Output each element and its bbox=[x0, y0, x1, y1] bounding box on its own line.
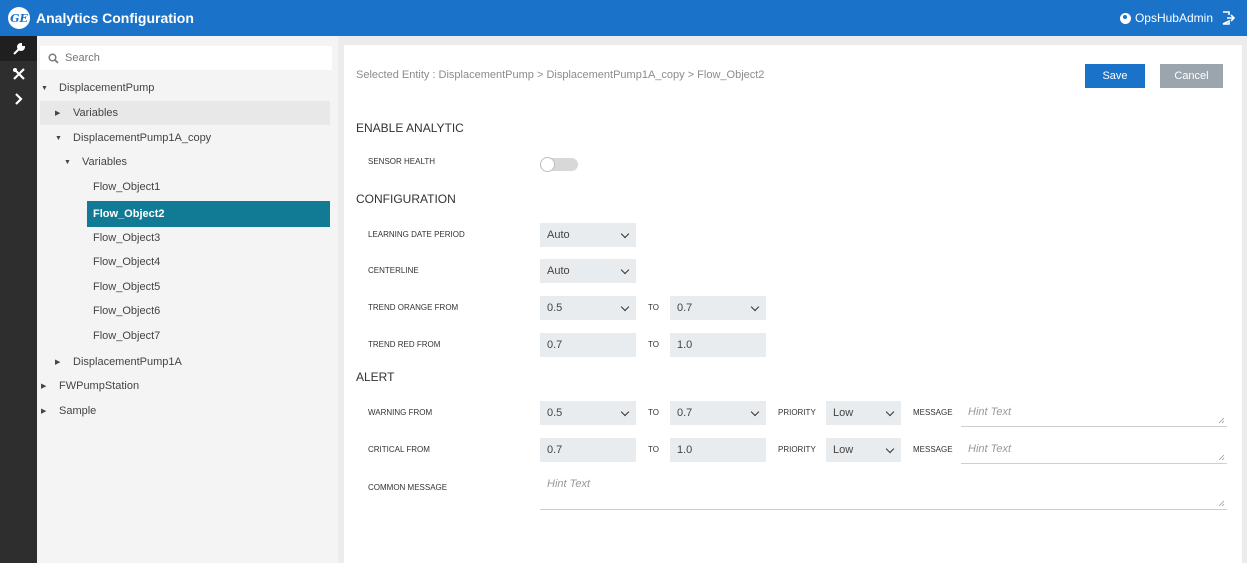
tree-item[interactable]: Flow_Object7 bbox=[40, 324, 330, 348]
tree-item[interactable]: ▼ DisplacementPump bbox=[41, 76, 334, 100]
tree-item[interactable]: ▶ FWPumpStation bbox=[41, 374, 334, 398]
chevron-down-icon bbox=[885, 407, 895, 417]
trend-orange-to-select[interactable]: 0.7 bbox=[670, 296, 766, 320]
tree-item[interactable]: ▶ Sample bbox=[41, 399, 334, 423]
chevron-down-icon bbox=[620, 302, 630, 312]
section-alert: ALERT bbox=[356, 370, 395, 384]
centerline-select[interactable]: Auto bbox=[540, 259, 636, 283]
warning-to-select[interactable]: 0.7 bbox=[670, 401, 766, 425]
search-input[interactable] bbox=[65, 52, 315, 64]
chevron-down-icon bbox=[620, 265, 630, 275]
caret-down-icon: ▼ bbox=[41, 84, 48, 92]
common-message-input[interactable]: Hint Text bbox=[540, 473, 1227, 510]
warning-priority-select[interactable]: Low bbox=[826, 401, 901, 425]
caret-right-icon: ▶ bbox=[41, 383, 47, 390]
section-enable-analytic: ENABLE ANALYTIC bbox=[356, 121, 464, 135]
chevron-down-icon bbox=[750, 407, 760, 417]
tree-item[interactable]: Flow_Object1 bbox=[40, 175, 330, 199]
sensor-health-label: SENSOR HEALTH bbox=[368, 157, 435, 166]
app-header: GE Analytics Configuration OpsHubAdmin bbox=[0, 0, 1247, 36]
breadcrumb: Selected Entity : DisplacementPump > Dis… bbox=[356, 69, 765, 81]
search-box bbox=[40, 46, 332, 70]
learning-date-select[interactable]: Auto bbox=[540, 223, 636, 247]
trend-red-from-input[interactable]: 0.7 bbox=[540, 333, 636, 357]
critical-to-input[interactable]: 1.0 bbox=[670, 438, 766, 462]
chevron-right-icon[interactable] bbox=[0, 86, 37, 111]
tree-item[interactable]: Flow_Object3 bbox=[40, 226, 330, 250]
entity-tree-panel: ▼ DisplacementPump ▶ Variables ▼ Displac… bbox=[37, 36, 338, 563]
chevron-down-icon bbox=[620, 229, 630, 239]
message-label: MESSAGE bbox=[913, 408, 953, 417]
config-panel: Selected Entity : DisplacementPump > Dis… bbox=[344, 45, 1242, 563]
warning-message-input[interactable]: Hint Text bbox=[961, 401, 1227, 427]
to-label: TO bbox=[648, 445, 659, 454]
message-label: MESSAGE bbox=[913, 445, 953, 454]
tree-item[interactable]: Flow_Object5 bbox=[40, 275, 330, 299]
toggle-knob bbox=[540, 157, 555, 172]
critical-priority-select[interactable]: Low bbox=[826, 438, 901, 462]
priority-label: PRIORITY bbox=[778, 445, 816, 454]
logout-icon[interactable] bbox=[1221, 11, 1235, 25]
tree-item[interactable]: ▼ Variables bbox=[40, 150, 330, 174]
chevron-down-icon bbox=[620, 407, 630, 417]
caret-right-icon: ▶ bbox=[55, 110, 61, 117]
sensor-health-toggle[interactable] bbox=[540, 157, 578, 172]
to-label: TO bbox=[648, 408, 659, 417]
user-name: OpsHubAdmin bbox=[1134, 11, 1213, 25]
user-icon bbox=[1119, 12, 1131, 24]
tree-item[interactable]: Flow_Object6 bbox=[40, 299, 330, 323]
left-rail bbox=[0, 36, 37, 563]
chevron-down-icon bbox=[885, 444, 895, 454]
user-menu[interactable]: OpsHubAdmin bbox=[1119, 0, 1213, 36]
caret-right-icon: ▶ bbox=[55, 359, 61, 366]
tree-item[interactable]: Flow_Object4 bbox=[40, 250, 330, 274]
critical-label: CRITICAL FROM bbox=[368, 445, 430, 454]
trend-red-label: TREND RED FROM bbox=[368, 340, 441, 349]
to-label: TO bbox=[648, 340, 659, 349]
resize-grip-icon[interactable] bbox=[1218, 454, 1225, 461]
cancel-button[interactable]: Cancel bbox=[1160, 64, 1223, 88]
chevron-down-icon bbox=[750, 302, 760, 312]
wrench-icon[interactable] bbox=[0, 36, 37, 61]
caret-right-icon: ▶ bbox=[41, 408, 47, 415]
trend-orange-from-select[interactable]: 0.5 bbox=[540, 296, 636, 320]
section-configuration: CONFIGURATION bbox=[356, 192, 456, 206]
common-message-label: COMMON MESSAGE bbox=[368, 483, 448, 492]
tree-item[interactable]: ▼ DisplacementPump1A_copy bbox=[40, 126, 330, 150]
tree-item[interactable]: ▶ DisplacementPump1A bbox=[40, 350, 330, 374]
resize-grip-icon[interactable] bbox=[1218, 417, 1225, 424]
trend-orange-label: TREND ORANGE FROM bbox=[368, 303, 459, 312]
learning-date-label: LEARNING DATE PERIOD bbox=[368, 230, 465, 239]
caret-down-icon: ▼ bbox=[64, 158, 71, 166]
trend-red-to-input[interactable]: 1.0 bbox=[670, 333, 766, 357]
warning-from-select[interactable]: 0.5 bbox=[540, 401, 636, 425]
tools-icon[interactable] bbox=[0, 61, 37, 86]
tree-item-selected[interactable]: Flow_Object2 bbox=[87, 201, 330, 227]
priority-label: PRIORITY bbox=[778, 408, 816, 417]
search-icon bbox=[48, 53, 59, 64]
resize-grip-icon[interactable] bbox=[1218, 500, 1225, 507]
app-title: Analytics Configuration bbox=[36, 10, 194, 26]
tree-item[interactable]: ▶ Variables bbox=[40, 101, 330, 125]
save-button[interactable]: Save bbox=[1085, 64, 1145, 88]
caret-down-icon: ▼ bbox=[55, 134, 62, 142]
warning-label: WARNING FROM bbox=[368, 408, 433, 417]
centerline-label: CENTERLINE bbox=[368, 266, 419, 275]
to-label: TO bbox=[648, 303, 659, 312]
critical-from-input[interactable]: 0.7 bbox=[540, 438, 636, 462]
ge-logo: GE bbox=[8, 7, 30, 29]
critical-message-input[interactable]: Hint Text bbox=[961, 438, 1227, 464]
